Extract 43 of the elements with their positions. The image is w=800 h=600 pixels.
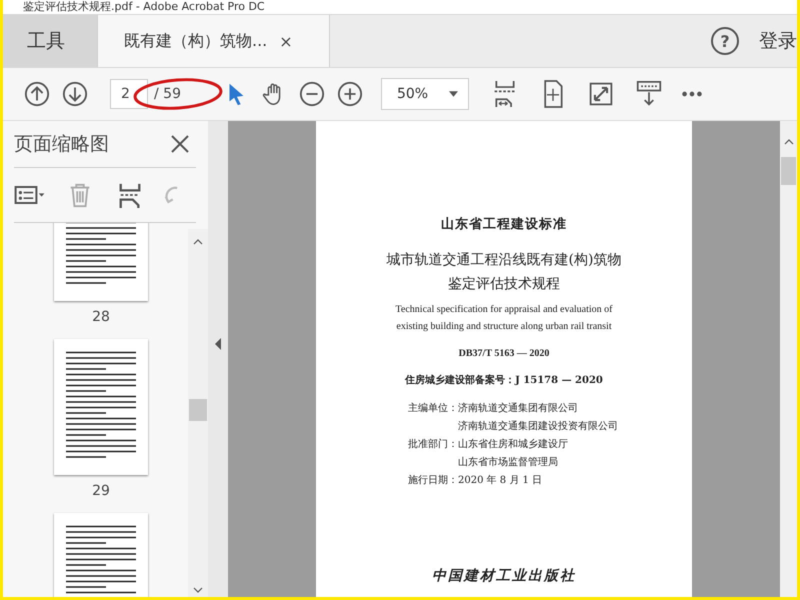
- login-link[interactable]: 登录: [759, 28, 797, 54]
- document-title: 鉴定评估技术规程: [448, 275, 560, 293]
- tab-label: 既有建（构）筑物...: [124, 30, 268, 52]
- scrollbar[interactable]: [188, 229, 208, 597]
- help-button[interactable]: ?: [711, 27, 739, 55]
- tab[interactable]: 既有建（构）筑物... ×: [98, 15, 330, 67]
- info-value: 山东省市场监督管理局: [458, 456, 559, 469]
- scroll-thumb[interactable]: [781, 157, 796, 185]
- caret-icon: [448, 91, 458, 97]
- info-value: 2020 年 8 月 1 日: [458, 474, 542, 487]
- scroll-up-icon[interactable]: [784, 139, 794, 145]
- english-title: existing building and structure along urban rail transit: [396, 321, 612, 332]
- tab-label: 工具: [27, 29, 65, 54]
- scroll-thumb[interactable]: [189, 399, 207, 421]
- info-value: 济南轨道交通集团有限公司: [458, 402, 579, 415]
- close-icon[interactable]: [170, 134, 190, 154]
- collapse-arrow-icon[interactable]: [215, 338, 221, 350]
- publisher-name: 中国建材工业出版社: [432, 567, 576, 585]
- info-value: 济南轨道交通集团建设投资有限公司: [458, 420, 618, 433]
- scroll-up-icon[interactable]: [193, 239, 203, 245]
- info-label: 批准部门：: [408, 438, 458, 452]
- page-count: / 59: [153, 86, 182, 102]
- window-title: 鉴定评估技术规程.pdf - Adobe Acrobat Pro DC: [23, 0, 265, 14]
- zoom-dropdown[interactable]: 50%: [380, 78, 469, 110]
- close-tab-button[interactable]: ×: [279, 32, 293, 50]
- tab[interactable]: 工具: [3, 15, 98, 67]
- document-title: 城市轨道交通工程沿线既有建(构)筑物: [386, 251, 622, 269]
- info-value: 山东省住房和城乡建设厅: [458, 438, 568, 451]
- page-number-field[interactable]: 2: [110, 79, 148, 109]
- page-thumbnail[interactable]: 29: [52, 337, 150, 501]
- info-label: 施行日期：: [408, 474, 458, 487]
- zoom-in-icon[interactable]: [336, 81, 363, 107]
- info-label: 主编单位：: [408, 402, 458, 416]
- zoom-out-icon[interactable]: [298, 81, 325, 107]
- panel-title: 页面缩略图: [14, 132, 109, 157]
- thumbnail-label: 28: [92, 309, 110, 325]
- thumbnail-label: 29: [92, 483, 110, 499]
- english-title: Technical specification for appraisal and evaluation of: [396, 304, 612, 315]
- record-number: 住房城乡建设部备案号：J 15178 — 2020: [405, 373, 603, 387]
- standard-heading: 山东省工程建设标准: [441, 216, 567, 233]
- scroll-down-icon[interactable]: [193, 587, 203, 593]
- standard-code: DB37/T 5163 — 2020: [458, 348, 550, 359]
- page-thumbnail[interactable]: 28: [52, 223, 150, 327]
